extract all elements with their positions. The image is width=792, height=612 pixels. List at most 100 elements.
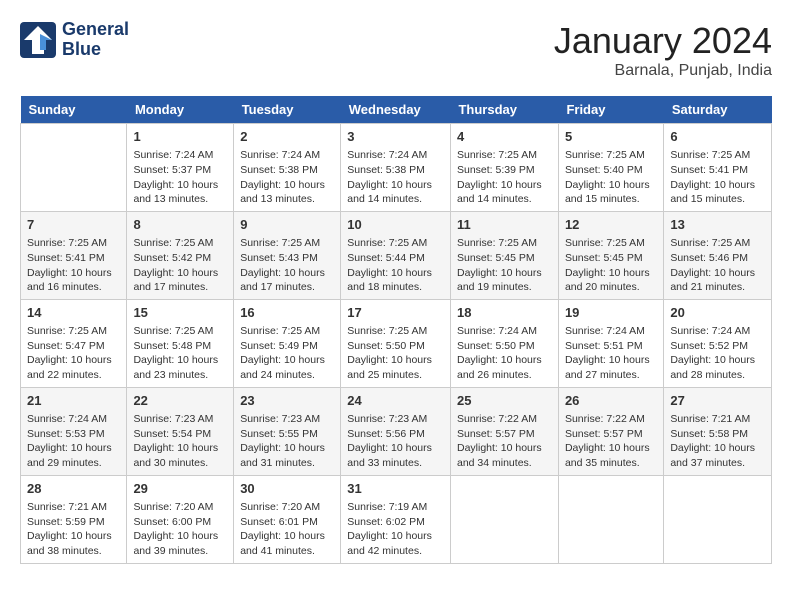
calendar-cell: 13 Sunrise: 7:25 AM Sunset: 5:46 PM Dayli… — [664, 211, 772, 299]
day-info: Sunrise: 7:25 AM Sunset: 5:45 PM Dayligh… — [565, 236, 657, 295]
day-info: Sunrise: 7:25 AM Sunset: 5:47 PM Dayligh… — [27, 324, 120, 383]
logo-line2: Blue — [62, 40, 129, 60]
logo: General Blue — [20, 20, 129, 60]
day-info: Sunrise: 7:24 AM Sunset: 5:51 PM Dayligh… — [565, 324, 657, 383]
title-block: January 2024 Barnala, Punjab, India — [554, 20, 772, 80]
calendar-cell: 4Sunrise: 7:25 AM Sunset: 5:39 PM Daylig… — [450, 124, 558, 212]
day-info: Sunrise: 7:25 AM Sunset: 5:41 PM Dayligh… — [670, 148, 765, 207]
calendar-cell: 28Sunrise: 7:21 AM Sunset: 5:59 PM Dayli… — [21, 475, 127, 563]
calendar-cell — [558, 475, 663, 563]
weekday-header-saturday: Saturday — [664, 96, 772, 124]
day-number: 8 — [133, 216, 227, 234]
day-number: 26 — [565, 392, 657, 410]
weekday-header-tuesday: Tuesday — [234, 96, 341, 124]
day-number: 11 — [457, 216, 552, 234]
calendar-cell: 18 Sunrise: 7:24 AM Sunset: 5:50 PM Dayli… — [450, 299, 558, 387]
day-number: 29 — [133, 480, 227, 498]
day-number: 30 — [240, 480, 334, 498]
day-number: 10 — [347, 216, 444, 234]
calendar-cell: 15 Sunrise: 7:25 AM Sunset: 5:48 PM Dayli… — [127, 299, 234, 387]
day-number: 13 — [670, 216, 765, 234]
day-number: 1 — [133, 128, 227, 146]
page-header: General Blue January 2024 Barnala, Punja… — [20, 20, 772, 80]
calendar-cell: 3 Sunrise: 7:24 AM Sunset: 5:38 PM Daylig… — [341, 124, 451, 212]
calendar-header: SundayMondayTuesdayWednesdayThursdayFrid… — [21, 96, 772, 124]
day-info: Sunrise: 7:24 AM Sunset: 5:52 PM Dayligh… — [670, 324, 765, 383]
day-info: Sunrise: 7:25 AM Sunset: 5:42 PM Dayligh… — [133, 236, 227, 295]
day-number: 27 — [670, 392, 765, 410]
day-info: Sunrise: 7:21 AM Sunset: 5:58 PM Dayligh… — [670, 412, 765, 471]
day-number: 24 — [347, 392, 444, 410]
day-number: 20 — [670, 304, 765, 322]
day-number: 4 — [457, 128, 552, 146]
day-number: 9 — [240, 216, 334, 234]
day-number: 14 — [27, 304, 120, 322]
day-number: 5 — [565, 128, 657, 146]
day-info: Sunrise: 7:22 AM Sunset: 5:57 PM Dayligh… — [457, 412, 552, 471]
day-number: 17 — [347, 304, 444, 322]
day-info: Sunrise: 7:23 AM Sunset: 5:55 PM Dayligh… — [240, 412, 334, 471]
day-info: Sunrise: 7:25 AM Sunset: 5:48 PM Dayligh… — [133, 324, 227, 383]
day-info: Sunrise: 7:25 AM Sunset: 5:43 PM Dayligh… — [240, 236, 334, 295]
calendar-cell: 1 Sunrise: 7:24 AM Sunset: 5:37 PM Daylig… — [127, 124, 234, 212]
calendar-cell: 12 Sunrise: 7:25 AM Sunset: 5:45 PM Dayli… — [558, 211, 663, 299]
day-info: Sunrise: 7:24 AM Sunset: 5:38 PM Dayligh… — [240, 148, 334, 207]
day-info: Sunrise: 7:20 AM Sunset: 6:01 PM Dayligh… — [240, 500, 334, 559]
day-info: Sunrise: 7:25 AM Sunset: 5:46 PM Dayligh… — [670, 236, 765, 295]
calendar-cell: 2 Sunrise: 7:24 AM Sunset: 5:38 PM Daylig… — [234, 124, 341, 212]
calendar-cell: 14 Sunrise: 7:25 AM Sunset: 5:47 PM Dayli… — [21, 299, 127, 387]
weekday-header-wednesday: Wednesday — [341, 96, 451, 124]
day-number: 18 — [457, 304, 552, 322]
weekday-header-friday: Friday — [558, 96, 663, 124]
logo-text: General Blue — [62, 20, 129, 60]
calendar-cell: 16Sunrise: 7:25 AM Sunset: 5:49 PM Dayli… — [234, 299, 341, 387]
day-number: 21 — [27, 392, 120, 410]
weekday-header-row: SundayMondayTuesdayWednesdayThursdayFrid… — [21, 96, 772, 124]
day-number: 25 — [457, 392, 552, 410]
calendar-table: SundayMondayTuesdayWednesdayThursdayFrid… — [20, 96, 772, 564]
calendar-cell: 23 Sunrise: 7:23 AM Sunset: 5:55 PM Dayli… — [234, 387, 341, 475]
week-row-3: 14 Sunrise: 7:25 AM Sunset: 5:47 PM Dayli… — [21, 299, 772, 387]
day-number: 12 — [565, 216, 657, 234]
week-row-5: 28Sunrise: 7:21 AM Sunset: 5:59 PM Dayli… — [21, 475, 772, 563]
calendar-cell: 30 Sunrise: 7:20 AM Sunset: 6:01 PM Dayli… — [234, 475, 341, 563]
day-number: 15 — [133, 304, 227, 322]
day-info: Sunrise: 7:24 AM Sunset: 5:53 PM Dayligh… — [27, 412, 120, 471]
day-info: Sunrise: 7:24 AM Sunset: 5:50 PM Dayligh… — [457, 324, 552, 383]
day-info: Sunrise: 7:25 AM Sunset: 5:44 PM Dayligh… — [347, 236, 444, 295]
weekday-header-thursday: Thursday — [450, 96, 558, 124]
day-info: Sunrise: 7:22 AM Sunset: 5:57 PM Dayligh… — [565, 412, 657, 471]
weekday-header-monday: Monday — [127, 96, 234, 124]
day-info: Sunrise: 7:25 AM Sunset: 5:41 PM Dayligh… — [27, 236, 120, 295]
logo-icon — [20, 22, 56, 58]
calendar-cell: 5Sunrise: 7:25 AM Sunset: 5:40 PM Daylig… — [558, 124, 663, 212]
day-info: Sunrise: 7:19 AM Sunset: 6:02 PM Dayligh… — [347, 500, 444, 559]
day-number: 3 — [347, 128, 444, 146]
calendar-cell: 6Sunrise: 7:25 AM Sunset: 5:41 PM Daylig… — [664, 124, 772, 212]
day-info: Sunrise: 7:24 AM Sunset: 5:37 PM Dayligh… — [133, 148, 227, 207]
calendar-cell — [450, 475, 558, 563]
day-info: Sunrise: 7:24 AM Sunset: 5:38 PM Dayligh… — [347, 148, 444, 207]
calendar-cell: 21 Sunrise: 7:24 AM Sunset: 5:53 PM Dayli… — [21, 387, 127, 475]
week-row-2: 7 Sunrise: 7:25 AM Sunset: 5:41 PM Daylig… — [21, 211, 772, 299]
month-title: January 2024 — [554, 20, 772, 62]
day-number: 31 — [347, 480, 444, 498]
day-number: 22 — [133, 392, 227, 410]
day-number: 2 — [240, 128, 334, 146]
day-number: 28 — [27, 480, 120, 498]
calendar-cell: 29 Sunrise: 7:20 AM Sunset: 6:00 PM Dayli… — [127, 475, 234, 563]
week-row-1: 1 Sunrise: 7:24 AM Sunset: 5:37 PM Daylig… — [21, 124, 772, 212]
day-number: 23 — [240, 392, 334, 410]
day-number: 19 — [565, 304, 657, 322]
weekday-header-sunday: Sunday — [21, 96, 127, 124]
day-info: Sunrise: 7:23 AM Sunset: 5:56 PM Dayligh… — [347, 412, 444, 471]
day-number: 7 — [27, 216, 120, 234]
calendar-cell: 27 Sunrise: 7:21 AM Sunset: 5:58 PM Dayli… — [664, 387, 772, 475]
calendar-cell: 9 Sunrise: 7:25 AM Sunset: 5:43 PM Daylig… — [234, 211, 341, 299]
day-info: Sunrise: 7:25 AM Sunset: 5:45 PM Dayligh… — [457, 236, 552, 295]
calendar-cell: 22Sunrise: 7:23 AM Sunset: 5:54 PM Dayli… — [127, 387, 234, 475]
day-info: Sunrise: 7:20 AM Sunset: 6:00 PM Dayligh… — [133, 500, 227, 559]
calendar-cell: 7 Sunrise: 7:25 AM Sunset: 5:41 PM Daylig… — [21, 211, 127, 299]
logo-line1: General — [62, 20, 129, 40]
calendar-cell: 10 Sunrise: 7:25 AM Sunset: 5:44 PM Dayli… — [341, 211, 451, 299]
